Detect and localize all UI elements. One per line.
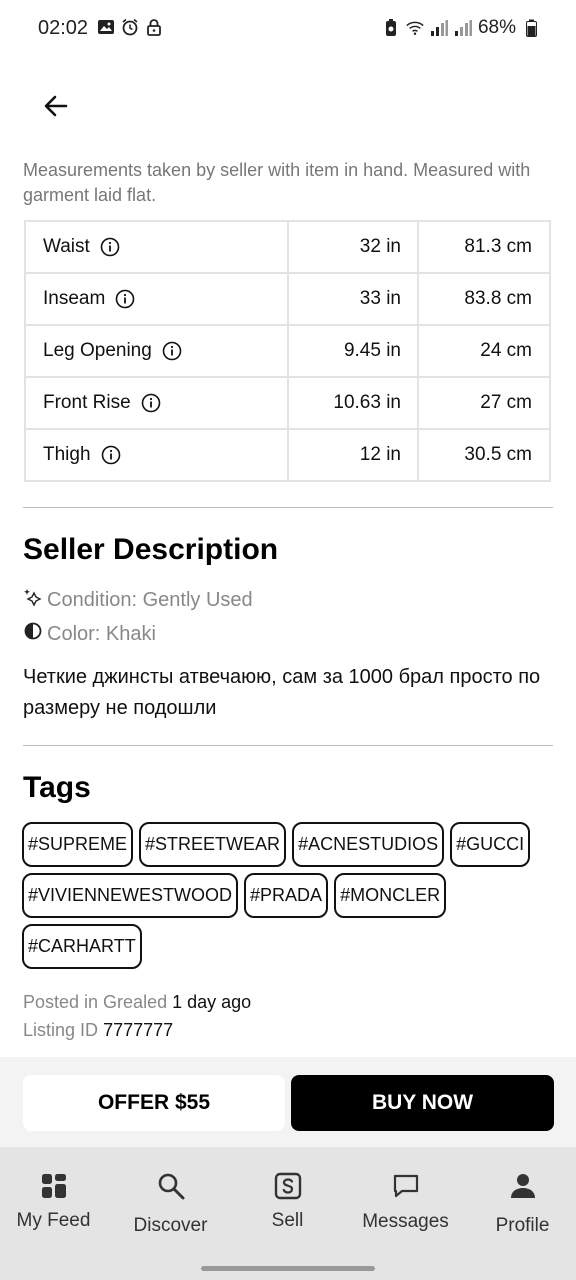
nav-item-messages[interactable]: Messages	[348, 1147, 463, 1257]
contrast-icon	[23, 621, 43, 647]
measurement-inches: 9.45 in	[287, 324, 419, 378]
color-text: Color: Khaki	[47, 622, 156, 645]
measurement-cm: 83.8 cm	[417, 272, 551, 326]
signal-icon	[430, 19, 448, 37]
nav-item-discover[interactable]: Discover	[113, 1147, 228, 1257]
home-indicator	[201, 1266, 375, 1271]
measurement-label: Front Rise	[43, 392, 131, 413]
person-icon	[508, 1171, 538, 1201]
tag-chip[interactable]: #STREETWEAR	[139, 822, 287, 867]
measurement-label: Leg Opening	[43, 340, 152, 361]
measurement-cm: 81.3 cm	[417, 220, 551, 274]
table-row: Leg Opening 9.45 in 24 cm	[24, 324, 551, 378]
status-time: 02:02	[38, 17, 89, 39]
sell-icon	[273, 1171, 303, 1201]
info-icon[interactable]	[101, 445, 121, 465]
battery-percent: 68%	[477, 17, 516, 38]
measurements-table: Waist 32 in 81.3 cm Inseam 33 in 83.8 cm…	[24, 220, 551, 482]
description-text: Четкие джинсты атвечаюю, сам за 1000 бра…	[23, 666, 541, 719]
measurement-inches: 10.63 in	[287, 376, 419, 430]
battery-saver-icon	[382, 19, 400, 37]
measurement-label: Inseam	[43, 288, 106, 309]
table-row: Inseam 33 in 83.8 cm	[24, 272, 551, 326]
measurement-label: Waist	[43, 236, 90, 257]
nav-label: Discover	[133, 1215, 208, 1236]
table-row: Waist 32 in 81.3 cm	[24, 220, 551, 274]
measurement-inches: 12 in	[287, 428, 419, 482]
condition-row: Condition: Gently Used	[23, 587, 253, 613]
measurement-inches: 32 in	[287, 220, 419, 274]
nav-label: My Feed	[16, 1210, 91, 1231]
tag-chip[interactable]: #ACNESTUDIOS	[292, 822, 445, 867]
alarm-icon	[121, 18, 139, 36]
nav-label: Sell	[271, 1210, 304, 1231]
tags-title: Tags	[23, 771, 91, 804]
tag-chip[interactable]: #VIVIENNEWESTWOOD	[22, 873, 239, 918]
posted-prefix: Posted in Grealed	[23, 992, 168, 1012]
nav-item-my-feed[interactable]: My Feed	[0, 1147, 111, 1257]
nav-item-sell[interactable]: Sell	[230, 1147, 345, 1257]
measurement-cm: 24 cm	[417, 324, 551, 378]
gallery-icon	[97, 18, 115, 36]
posted-info: Posted in Grealed 1 day ago	[23, 992, 251, 1013]
battery-icon	[522, 19, 540, 37]
listing-id: 7777777	[103, 1020, 174, 1040]
lock-icon	[145, 18, 163, 36]
arrow-left-icon	[42, 92, 70, 125]
measurements-note: Measurements taken by seller with item i…	[23, 160, 531, 205]
info-icon[interactable]	[100, 237, 120, 257]
nav-label: Messages	[362, 1211, 449, 1232]
measurement-inches: 33 in	[287, 272, 419, 326]
measurement-cm: 30.5 cm	[417, 428, 551, 482]
buy-now-button[interactable]: BUY NOW	[291, 1075, 554, 1131]
tag-chip[interactable]: #GUCCI	[450, 822, 531, 867]
back-button[interactable]	[36, 88, 76, 128]
table-row: Front Rise 10.63 in 27 cm	[24, 376, 551, 430]
signal-2-icon	[454, 19, 472, 37]
posted-time: 1 day ago	[172, 992, 252, 1012]
tag-chip[interactable]: #CARHARTT	[22, 924, 142, 969]
chat-icon	[391, 1171, 421, 1201]
seller-description-title: Seller Description	[23, 533, 279, 566]
divider	[23, 745, 553, 746]
color-row: Color: Khaki	[23, 621, 156, 647]
measurement-label: Thigh	[43, 444, 91, 465]
condition-text: Condition: Gently Used	[47, 588, 253, 611]
tag-chip[interactable]: #PRADA	[244, 873, 329, 918]
info-icon[interactable]	[141, 393, 161, 413]
search-icon	[156, 1171, 186, 1201]
bottom-nav: My Feed Discover Sell Messages Profile	[0, 1147, 576, 1280]
tag-chip[interactable]: #MONCLER	[334, 873, 447, 918]
info-icon[interactable]	[162, 341, 182, 361]
wifi-icon	[406, 19, 424, 37]
offer-button[interactable]: OFFER $55	[23, 1075, 285, 1131]
divider	[23, 507, 553, 508]
nav-item-profile[interactable]: Profile	[465, 1147, 576, 1257]
status-bar: 02:02 68%	[0, 0, 576, 60]
table-row: Thigh 12 in 30.5 cm	[24, 428, 551, 482]
info-icon[interactable]	[115, 289, 135, 309]
listing-prefix: Listing ID	[23, 1020, 99, 1040]
listing-info: Listing ID 7777777	[23, 1020, 173, 1041]
tag-chip[interactable]: #SUPREME	[22, 822, 134, 867]
grid-icon	[39, 1171, 69, 1201]
nav-label: Profile	[495, 1215, 550, 1236]
tags-list: #SUPREME #STREETWEAR #ACNESTUDIOS #GUCCI…	[22, 822, 552, 969]
sparkle-icon	[23, 587, 43, 613]
measurement-cm: 27 cm	[417, 376, 551, 430]
